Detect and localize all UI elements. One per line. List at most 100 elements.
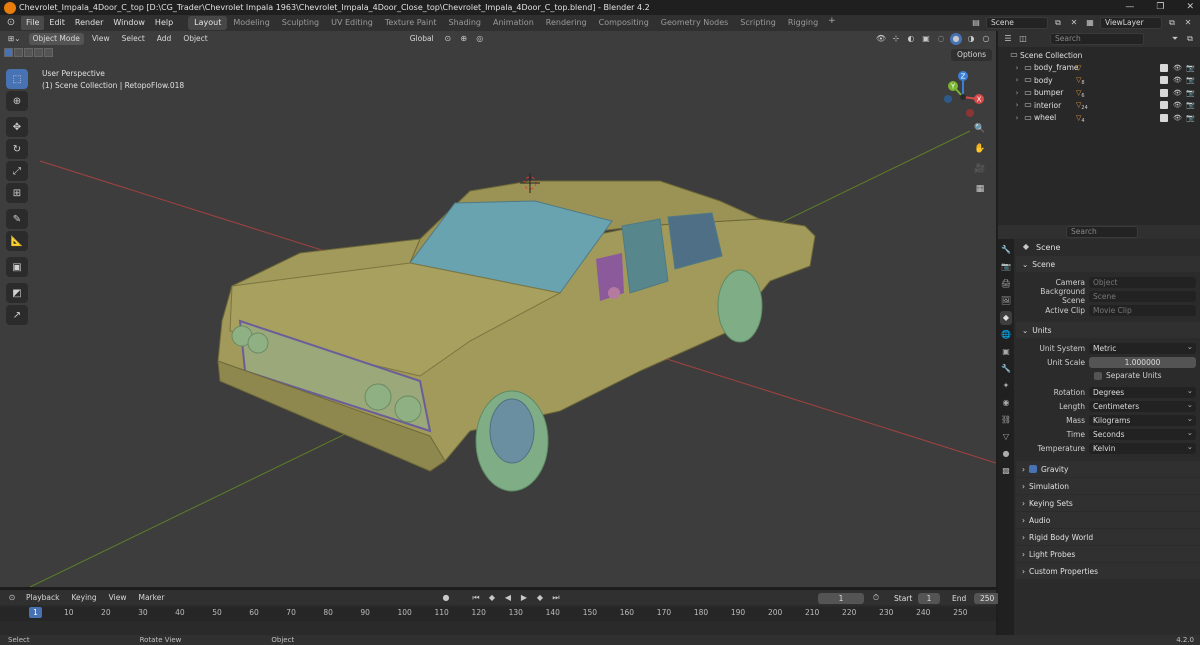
select-box-tool-icon[interactable]: ⬚ xyxy=(6,69,28,89)
delete-scene-icon[interactable]: ✕ xyxy=(1068,17,1080,29)
particles-tab-icon[interactable]: ✦ xyxy=(1000,379,1012,393)
exclude-checkbox[interactable] xyxy=(1160,101,1168,110)
start-frame-field[interactable]: 1 xyxy=(918,592,940,604)
menu-timeline-view[interactable]: View xyxy=(105,592,131,604)
menu-playback[interactable]: Playback xyxy=(22,592,63,604)
eye-icon[interactable]: 👁 xyxy=(1173,114,1182,122)
editor-type-icon[interactable]: ⊞⌄ xyxy=(4,33,25,45)
camera-view-icon[interactable]: 🎥 xyxy=(972,161,988,177)
select-new-icon[interactable] xyxy=(4,48,13,57)
rotation-dropdown[interactable]: Degrees xyxy=(1089,385,1196,398)
length-dropdown[interactable]: Centimeters xyxy=(1089,399,1196,412)
properties-panel[interactable]: Search 🔧 📷 🖨 🖼 ◆ 🌐 ▣ 🔧 ✦ ◉ ⛓ ▽ ● ▩ ◆ Sce… xyxy=(998,225,1200,635)
timeline-editor[interactable]: ⊙ Playback Keying View Marker ● ⏮ ◆ ◀ ▶ … xyxy=(0,590,1000,635)
car-model[interactable] xyxy=(217,180,816,492)
menu-select[interactable]: Select xyxy=(118,33,149,45)
scene-tab-icon[interactable]: ◆ xyxy=(1000,311,1012,325)
3d-viewport[interactable]: ⊞⌄ Object Mode View Select Add Object Gl… xyxy=(0,31,996,587)
jump-end-icon[interactable]: ⏭ xyxy=(550,592,562,604)
constraints-tab-icon[interactable]: ⛓ xyxy=(1000,413,1012,427)
camera-field[interactable]: Object xyxy=(1089,276,1196,288)
annotate-tool-icon[interactable]: ✎ xyxy=(6,209,28,229)
outliner-search-input[interactable]: Search xyxy=(1050,33,1144,45)
curve-tool-icon[interactable]: ↗ xyxy=(6,305,28,325)
panel-keying-sets[interactable]: › Keying Sets xyxy=(1016,495,1200,511)
pivot-icon[interactable]: ⊙ xyxy=(442,33,454,45)
time-dropdown[interactable]: Seconds xyxy=(1089,427,1196,440)
new-scene-icon[interactable]: ⧉ xyxy=(1052,17,1064,29)
panel-custom-properties[interactable]: › Custom Properties xyxy=(1016,563,1200,579)
expand-icon[interactable]: › xyxy=(1012,114,1022,122)
tab-animation[interactable]: Animation xyxy=(487,16,540,30)
outliner-editor-type-icon[interactable]: ☰ xyxy=(1002,33,1014,45)
exclude-checkbox[interactable] xyxy=(1160,63,1168,72)
camera-icon[interactable]: 📷 xyxy=(1186,64,1195,72)
active-clip-field[interactable]: Movie Clip xyxy=(1089,304,1196,316)
preview-range-icon[interactable]: ⏱ xyxy=(870,592,882,604)
add-workspace-button[interactable]: + xyxy=(824,16,840,30)
proportional-edit-icon[interactable]: ◎ xyxy=(474,33,486,45)
render-tab-icon[interactable]: 📷 xyxy=(1000,260,1012,274)
jump-start-icon[interactable]: ⏮ xyxy=(470,592,482,604)
rendered-shading-icon[interactable]: ○ xyxy=(980,33,992,45)
units-panel-header[interactable]: ⌄ Units xyxy=(1016,322,1200,338)
object-tab-icon[interactable]: ▣ xyxy=(1000,345,1012,359)
minimize-button[interactable]: — xyxy=(1125,0,1134,14)
menu-render[interactable]: Render xyxy=(70,16,108,30)
outliner-row-scene-collection[interactable]: ▭ Scene Collection xyxy=(998,49,1200,62)
outliner-row-body-frame[interactable]: › ▭ body_frame ▽ 👁 📷 xyxy=(998,62,1200,75)
transform-tool-icon[interactable]: ⊞ xyxy=(6,183,28,203)
panel-gravity[interactable]: › Gravity xyxy=(1016,461,1200,477)
tab-layout[interactable]: Layout xyxy=(188,16,228,30)
panel-audio[interactable]: › Audio xyxy=(1016,512,1200,528)
data-tab-icon[interactable]: ▽ xyxy=(1000,430,1012,444)
end-frame-field[interactable]: 250 xyxy=(974,592,1000,604)
retopoflow-tool-icon[interactable]: ◩ xyxy=(6,283,28,303)
play-icon[interactable]: ▶ xyxy=(518,592,530,604)
jump-keyframe-forward-icon[interactable]: ◆ xyxy=(534,592,546,604)
expand-icon[interactable]: › xyxy=(1012,89,1022,97)
outliner-row-wheel[interactable]: › ▭ wheel ▽ 4 👁 📷 xyxy=(998,112,1200,125)
visibility-icon[interactable]: 👁 xyxy=(875,33,887,45)
output-tab-icon[interactable]: 🖨 xyxy=(1000,277,1012,291)
tab-uv-editing[interactable]: UV Editing xyxy=(325,16,379,30)
world-tab-icon[interactable]: 🌐 xyxy=(1000,328,1012,342)
separate-units-row[interactable]: Separate Units xyxy=(1016,369,1200,382)
menu-help[interactable]: Help xyxy=(150,16,178,30)
panel-rigid-body-world[interactable]: › Rigid Body World xyxy=(1016,529,1200,545)
play-reverse-icon[interactable]: ◀ xyxy=(502,592,514,604)
frame-ruler[interactable]: 10 20 30 40 50 60 70 80 90 100 110 120 130 140 150 160 1… xyxy=(0,607,996,621)
transform-orientation-dropdown[interactable]: Global xyxy=(406,33,438,45)
filter-icon[interactable]: ⏷ xyxy=(1169,33,1181,45)
viewlayer-selector[interactable]: ViewLayer xyxy=(1100,17,1162,29)
panel-light-probes[interactable]: › Light Probes xyxy=(1016,546,1200,562)
expand-icon[interactable]: › xyxy=(1012,76,1022,84)
scene-selector[interactable]: Scene xyxy=(986,17,1048,29)
outliner-row-bumper[interactable]: › ▭ bumper ▽ 6 👁 📷 xyxy=(998,87,1200,100)
eye-icon[interactable]: 👁 xyxy=(1173,76,1182,84)
select-extend-icon[interactable] xyxy=(14,48,23,57)
eye-icon[interactable]: 👁 xyxy=(1173,64,1182,72)
material-tab-icon[interactable]: ● xyxy=(1000,447,1012,461)
snap-icon[interactable]: ⊕ xyxy=(458,33,470,45)
select-subtract-icon[interactable] xyxy=(24,48,33,57)
temperature-dropdown[interactable]: Kelvin xyxy=(1089,441,1196,454)
camera-icon[interactable]: 📷 xyxy=(1186,114,1195,122)
rotate-tool-icon[interactable]: ↻ xyxy=(6,139,28,159)
tab-shading[interactable]: Shading xyxy=(442,16,487,30)
menu-edit[interactable]: Edit xyxy=(44,16,70,30)
eye-icon[interactable]: 👁 xyxy=(1173,89,1182,97)
xray-icon[interactable]: ▣ xyxy=(920,33,932,45)
texture-tab-icon[interactable]: ▩ xyxy=(1000,464,1012,478)
zoom-icon[interactable]: 🔍 xyxy=(972,121,988,137)
move-tool-icon[interactable]: ✥ xyxy=(6,117,28,137)
menu-object[interactable]: Object xyxy=(179,33,211,45)
solid-shading-icon[interactable]: ● xyxy=(950,33,962,45)
timeline-editor-type-icon[interactable]: ⊙ xyxy=(6,592,18,604)
unit-system-dropdown[interactable]: Metric xyxy=(1089,341,1196,354)
close-button[interactable]: ✕ xyxy=(1186,0,1194,14)
jump-keyframe-back-icon[interactable]: ◆ xyxy=(486,592,498,604)
unit-scale-field[interactable]: 1.000000 xyxy=(1089,356,1196,368)
options-dropdown[interactable]: Options xyxy=(951,49,992,61)
expand-icon[interactable]: › xyxy=(1012,64,1022,72)
